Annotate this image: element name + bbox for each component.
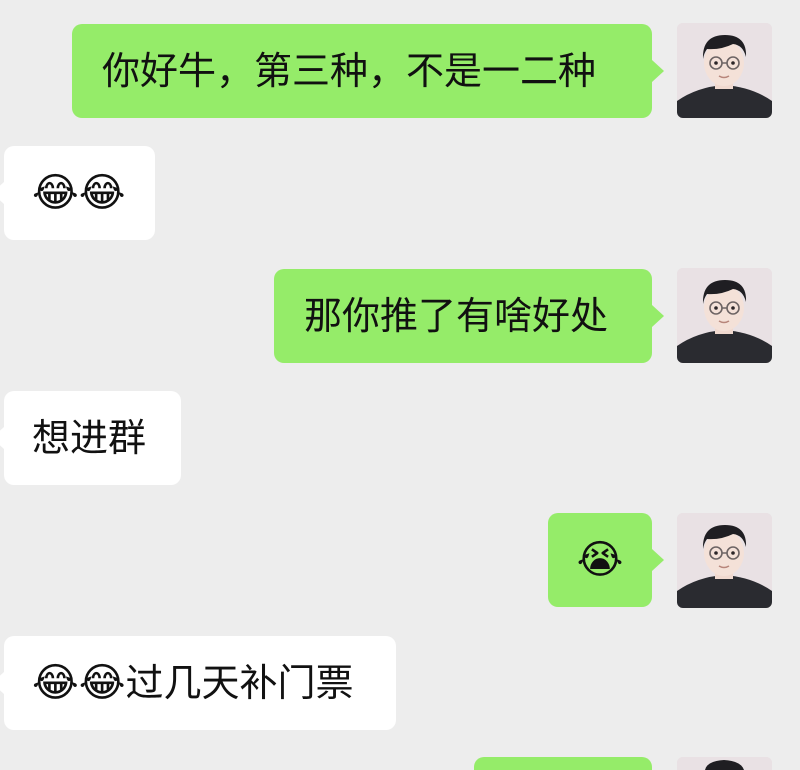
crying-emoji-icon: 😭 bbox=[576, 537, 624, 583]
message-text: 想进群 bbox=[32, 416, 147, 460]
laugh-cry-emoji-icon: 😂😂 bbox=[32, 170, 126, 216]
bubble-tail bbox=[652, 60, 664, 82]
message-bubble[interactable]: 你好牛，第三种，不是一二种 bbox=[72, 24, 652, 118]
message-text: 过几天补门票 bbox=[125, 661, 354, 705]
message-bubble[interactable]: 那你推了有啥好处 bbox=[274, 269, 652, 363]
bubble-tail bbox=[652, 305, 664, 327]
message-bubble[interactable]: 😂😂 过几天补门票 bbox=[4, 636, 396, 730]
message-text: 你好牛，第三种，不是一二种 bbox=[102, 49, 597, 93]
scrollbar[interactable] bbox=[794, 0, 800, 770]
user-avatar-icon[interactable] bbox=[677, 23, 772, 118]
message-text: 那你推了有啥好处 bbox=[304, 294, 609, 338]
message-bubble[interactable]: 😂😂 bbox=[4, 146, 155, 240]
bubble-tail bbox=[652, 549, 664, 571]
user-avatar-icon[interactable] bbox=[677, 513, 772, 608]
message-bubble[interactable]: 想进群 bbox=[4, 391, 181, 485]
laugh-cry-emoji-icon: 😂😂 bbox=[32, 660, 126, 706]
user-avatar-icon[interactable] bbox=[677, 757, 772, 770]
user-avatar-icon[interactable] bbox=[677, 268, 772, 363]
chat-message-list[interactable]: 你好牛，第三种，不是一二种 😂😂 那你推了有啥好处 想进群 😭 😂😂 过几天补门… bbox=[0, 0, 800, 770]
message-bubble[interactable] bbox=[474, 757, 652, 770]
message-bubble[interactable]: 😭 bbox=[548, 513, 652, 607]
